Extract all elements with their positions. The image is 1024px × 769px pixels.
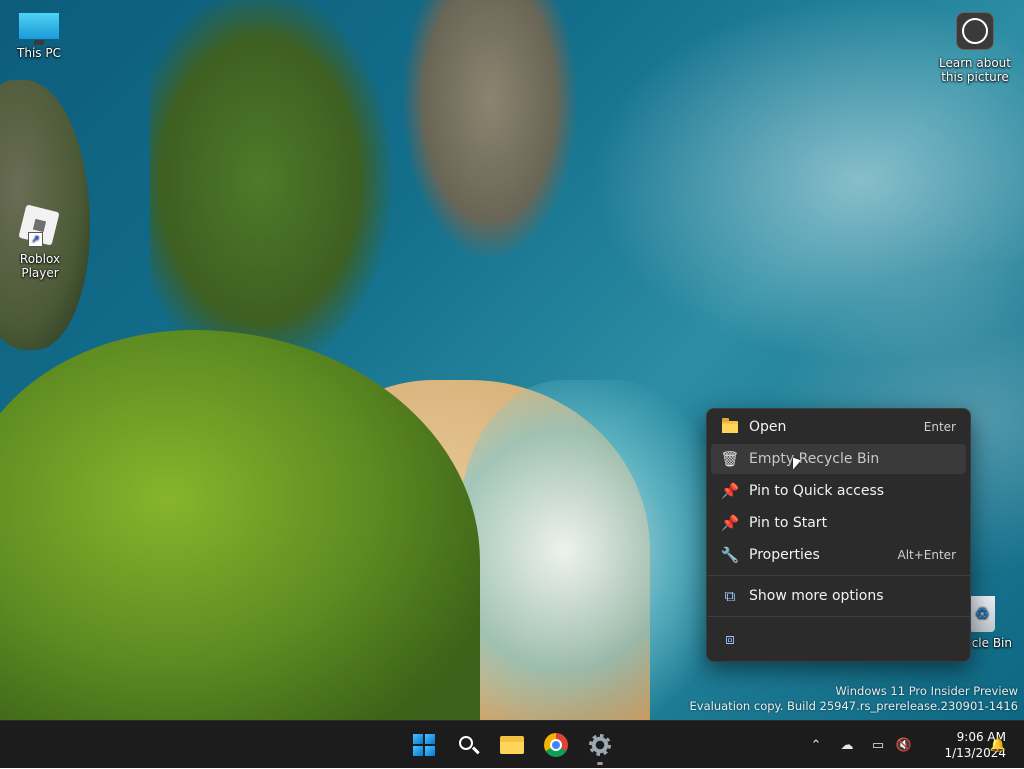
desktop-icon-label: Roblox Player [19, 252, 61, 280]
file-explorer-button[interactable] [496, 729, 528, 761]
folder-icon [722, 418, 738, 433]
roblox-icon: ↗ [18, 204, 62, 248]
menu-item-properties[interactable]: 🔧 Properties Alt+Enter [711, 540, 966, 570]
chrome-button[interactable] [540, 729, 572, 761]
desktop-icon-learn-about-picture[interactable]: Learn about this picture [934, 10, 1016, 84]
desktop-icon-this-pc[interactable]: This PC [6, 10, 72, 60]
file-explorer-icon [500, 736, 524, 754]
settings-icon [589, 734, 611, 756]
menu-item-ai-text-action[interactable]: ⧈ [711, 624, 966, 654]
recycle-bin-icon: ♻ [969, 596, 995, 632]
wallpaper-surf [460, 380, 720, 720]
camera-info-icon [956, 12, 994, 50]
windows-watermark: Windows 11 Pro Insider Preview Evaluatio… [690, 684, 1018, 714]
chrome-icon [544, 733, 568, 757]
start-icon [413, 734, 435, 756]
menu-item-empty-recycle-bin[interactable]: 🗑 Empty Recycle Bin [711, 444, 966, 474]
running-indicator [597, 762, 603, 765]
pin-icon: 📌 [720, 482, 740, 500]
mouse-cursor [793, 457, 801, 473]
wrench-icon: 🔧 [720, 546, 740, 564]
shortcut-arrow-icon: ↗ [28, 232, 43, 247]
share-expand-icon: ⧉ [724, 587, 736, 605]
monitor-icon [18, 12, 60, 45]
notification-bell-icon[interactable]: 🔔 [988, 735, 1008, 755]
desktop-icon-label: This PC [17, 46, 61, 60]
show-hidden-icons-chevron-icon[interactable]: ⌃ [806, 735, 826, 755]
desktop-icon-roblox-player[interactable]: ↗ Roblox Player [2, 204, 78, 280]
search-button[interactable] [452, 729, 484, 761]
menu-item-label: Pin to Start [749, 515, 828, 531]
menu-item-open[interactable]: Open Enter [711, 412, 966, 442]
search-icon [459, 736, 473, 750]
ai-text-icon: ⧈ [725, 630, 735, 648]
network-icon[interactable]: ▭ [868, 735, 888, 755]
desktop-icon-label-line1: Learn about [939, 56, 1011, 70]
menu-item-label: Empty Recycle Bin [749, 451, 880, 467]
watermark-build: Evaluation copy. Build 25947.rs_prerelea… [689, 699, 1018, 713]
menu-item-shortcut: Alt+Enter [897, 548, 956, 562]
menu-item-show-more-options[interactable]: ⧉ Show more options [711, 581, 966, 611]
menu-item-label: Pin to Quick access [749, 483, 885, 499]
menu-item-label: Properties [749, 547, 820, 563]
pin-icon: 📌 [720, 514, 740, 532]
trash-icon: 🗑 [720, 450, 740, 468]
onedrive-icon[interactable]: ☁ [837, 735, 857, 755]
start-button[interactable] [408, 729, 440, 761]
menu-separator [707, 575, 970, 576]
menu-item-pin-to-quick-access[interactable]: 📌 Pin to Quick access [711, 476, 966, 506]
volume-muted-icon[interactable]: 🔇 [894, 735, 914, 755]
watermark-edition: Windows 11 Pro Insider Preview [835, 684, 1018, 698]
desktop-icon-label-line2: this picture [941, 70, 1009, 84]
settings-button[interactable] [584, 729, 616, 765]
menu-separator [707, 616, 970, 617]
menu-item-pin-to-start[interactable]: 📌 Pin to Start [711, 508, 966, 538]
menu-item-label: Show more options [749, 588, 884, 604]
taskbar: ⌃ ☁ ▭ 🔇 9:06 AM 1/13/2024 🔔 [0, 720, 1024, 768]
menu-item-label: Open [749, 419, 787, 435]
menu-item-shortcut: Enter [923, 420, 956, 434]
context-menu: Open Enter 🗑 Empty Recycle Bin 📌 Pin to … [706, 408, 971, 662]
